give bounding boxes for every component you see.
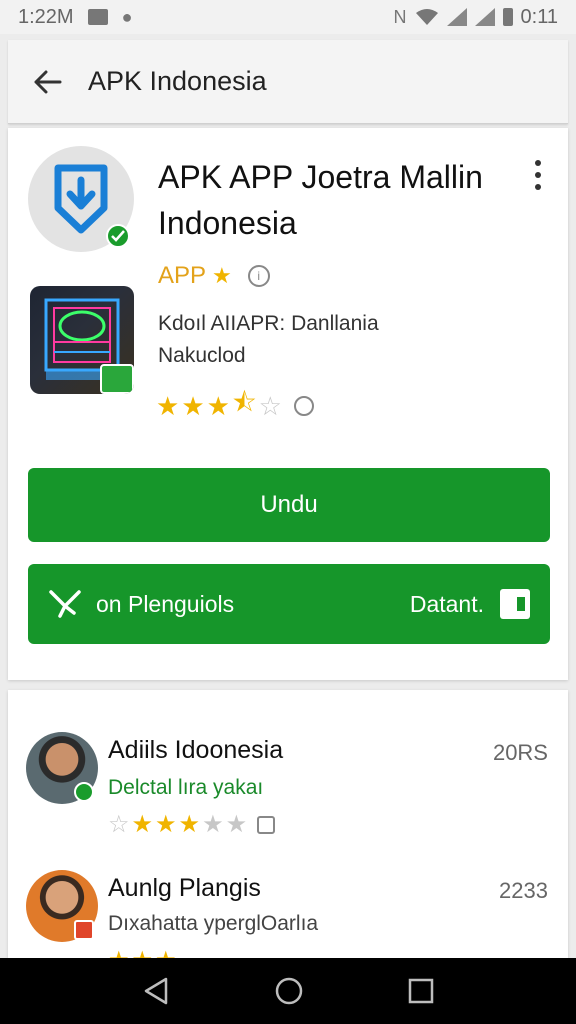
recents-nav-icon[interactable]	[408, 978, 434, 1004]
message-icon	[87, 9, 108, 25]
app-screenshot-thumbnail[interactable]	[30, 286, 134, 394]
star-full-icon: ★	[181, 390, 205, 421]
notification-icon: ●	[121, 7, 133, 27]
reviews-section: Adiils Idoonesia 20RS Delctal lıra yakaı…	[8, 690, 568, 958]
rating-info-icon[interactable]	[293, 396, 314, 416]
star-full-icon: ★	[155, 811, 177, 838]
back-nav-icon[interactable]	[142, 976, 170, 1006]
thumbnail-badge-icon	[100, 364, 134, 394]
signal-icon	[474, 8, 495, 26]
status-bar: 1:22M ● N 0:11	[0, 0, 576, 34]
secondary-action-button[interactable]: on Plenguiols Datant.	[28, 564, 550, 644]
review-rating: ☆ ★ ★ ★ ★ ★	[108, 810, 276, 839]
verified-badge	[74, 782, 94, 802]
navigation-bar	[0, 958, 576, 1024]
star-full-icon: ★	[206, 390, 230, 421]
back-button[interactable]	[8, 40, 88, 124]
reviewer-name: Adiils Idoonesia	[108, 736, 284, 764]
secondary-left-label: on Plenguiols	[96, 590, 235, 617]
star-empty-icon: ★	[202, 811, 224, 838]
page-title: APK Indonesia	[88, 66, 267, 96]
wifi-icon	[415, 9, 438, 25]
star-full-icon: ★	[155, 946, 177, 958]
star-full-icon: ★	[131, 811, 154, 838]
nfc-icon: N	[393, 7, 407, 27]
battery-icon	[502, 8, 513, 26]
download-shield-icon	[54, 164, 108, 234]
info-icon[interactable]: i	[247, 265, 270, 287]
app-title: APK APP Joetra Mallin Indonesia	[158, 159, 483, 241]
star-icon: ★	[212, 263, 232, 288]
signal-icon	[446, 8, 467, 26]
battery-time: 0:11	[520, 5, 558, 28]
app-description: Kdoıl AIIAPR: Danllania Nakuclod	[158, 312, 379, 367]
star-half-icon: ⯪	[231, 387, 257, 417]
app-tag: APP	[158, 262, 207, 289]
status-time: 1:22M	[18, 5, 74, 28]
star-empty-icon: ☆	[258, 390, 282, 421]
home-nav-icon[interactable]	[274, 976, 304, 1006]
app-rating: ★ ★ ★ ⯪ ☆	[156, 384, 314, 428]
app-bar: APK Indonesia	[8, 40, 568, 124]
star-full-icon: ★	[156, 390, 180, 421]
app-details-card: APK APP Joetra Mallin Indonesia APP ★ i …	[8, 128, 568, 680]
review-date: 2233	[499, 878, 548, 903]
avatar-badge-icon	[74, 920, 94, 940]
app-icon[interactable]	[28, 146, 134, 252]
back-arrow-icon	[34, 70, 62, 93]
review-date: 20RS	[492, 740, 548, 765]
reviewer-name: Aunlg Plangis	[108, 874, 261, 902]
check-icon	[111, 230, 125, 242]
star-empty-icon: ☆	[108, 811, 130, 838]
install-button[interactable]: Undu	[28, 468, 550, 542]
share-icon	[49, 590, 81, 618]
star-full-icon: ★	[178, 811, 201, 838]
review-rating: ★ ★ ★	[108, 946, 177, 958]
more-options-icon[interactable]	[528, 160, 548, 190]
star-empty-icon: ★	[225, 811, 248, 838]
review-text: Delctal lıra yakaı	[108, 776, 264, 799]
secondary-right-label: Datant.	[409, 590, 484, 617]
app-tag-row: APP ★ i	[158, 262, 270, 290]
star-full-icon: ★	[108, 946, 130, 958]
storage-icon	[500, 589, 530, 619]
review-text: Dıxahatta yperglOarlıa	[108, 912, 319, 935]
verified-badge	[106, 224, 130, 248]
home-icon	[257, 815, 276, 834]
star-full-icon: ★	[132, 946, 154, 958]
